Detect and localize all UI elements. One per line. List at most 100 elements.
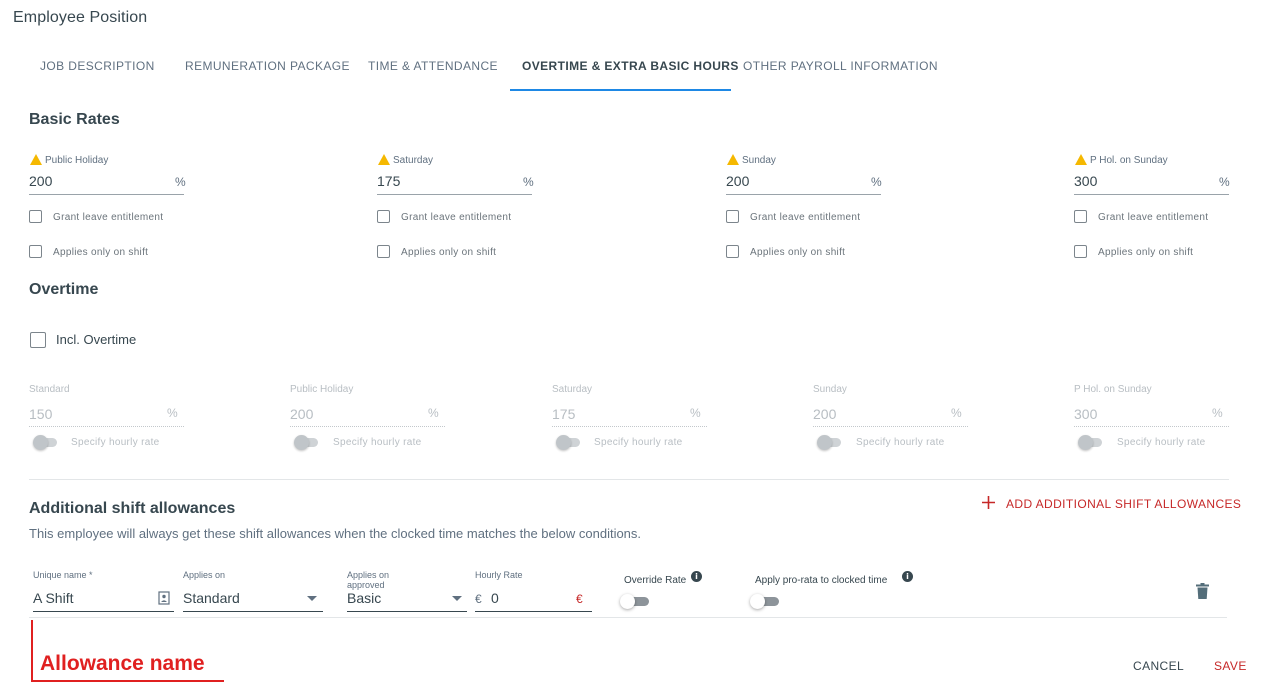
- applies-on-approved-label-1: Applies on: [347, 570, 390, 580]
- basic-rate-input-public-holiday[interactable]: 200: [29, 173, 52, 189]
- toggle-knob: [750, 594, 765, 609]
- tab-other-payroll-information[interactable]: OTHER PAYROLL INFORMATION: [743, 59, 938, 73]
- specify-hourly-rate-label: Specify hourly rate: [71, 437, 160, 448]
- row-divider: [29, 617, 1227, 618]
- tab-overtime-extra-basic-hours[interactable]: OVERTIME & EXTRA BASIC HOURS: [522, 59, 739, 73]
- overtime-label-p-hol-sunday: P Hol. on Sunday: [1074, 384, 1152, 395]
- overtime-input-saturday: 175: [552, 406, 576, 422]
- percent-unit: %: [428, 406, 439, 420]
- pro-rata-label: Apply pro-rata to clocked time: [755, 575, 888, 586]
- info-icon[interactable]: i: [902, 571, 913, 582]
- applies-shift-label: Applies only on shift: [750, 247, 846, 258]
- hourly-rate-input[interactable]: 0: [491, 590, 499, 606]
- input-underline: [290, 426, 445, 427]
- grant-leave-label: Grant leave entitlement: [53, 212, 164, 223]
- grant-leave-label: Grant leave entitlement: [1098, 212, 1209, 223]
- override-rate-label: Override Rate: [624, 575, 687, 586]
- save-button[interactable]: SAVE: [1214, 659, 1247, 673]
- percent-unit: %: [871, 175, 882, 189]
- applies-shift-checkbox[interactable]: [377, 245, 390, 258]
- applies-on-approved-select[interactable]: Basic: [347, 590, 381, 606]
- basic-rate-label-sunday: Sunday: [727, 153, 776, 166]
- input-underline: [1074, 194, 1229, 195]
- toggle-knob: [620, 594, 635, 609]
- overtime-label-sunday: Sunday: [813, 384, 847, 395]
- warning-icon: [30, 154, 42, 165]
- applies-shift-label: Applies only on shift: [1098, 247, 1194, 258]
- applies-shift-checkbox[interactable]: [1074, 245, 1087, 258]
- toggle-knob: [294, 435, 309, 450]
- caret-down-icon[interactable]: [307, 596, 317, 602]
- tab-time-attendance[interactable]: TIME & ATTENDANCE: [368, 59, 498, 73]
- unique-name-input[interactable]: A Shift: [33, 590, 73, 606]
- hourly-rate-label: Hourly Rate: [475, 570, 523, 580]
- currency-prefix: €: [475, 592, 482, 606]
- grant-leave-checkbox[interactable]: [726, 210, 739, 223]
- overtime-input-public-holiday: 200: [290, 406, 314, 422]
- grant-leave-checkbox[interactable]: [29, 210, 42, 223]
- tab-job-description[interactable]: JOB DESCRIPTION: [40, 59, 155, 73]
- input-underline: [29, 194, 184, 195]
- applies-on-select[interactable]: Standard: [183, 590, 240, 606]
- applies-shift-label: Applies only on shift: [401, 247, 497, 258]
- basic-rate-input-sunday[interactable]: 200: [726, 173, 749, 189]
- active-tab-indicator: [510, 89, 731, 91]
- info-icon[interactable]: i: [691, 571, 702, 582]
- grant-leave-checkbox[interactable]: [1074, 210, 1087, 223]
- input-underline: [552, 426, 707, 427]
- basic-rate-label-saturday: Saturday: [378, 153, 433, 166]
- shift-allowances-title: Additional shift allowances: [29, 500, 236, 517]
- applies-shift-label: Applies only on shift: [53, 247, 149, 258]
- basic-rate-input-p-hol-sunday[interactable]: 300: [1074, 173, 1097, 189]
- contact-card-icon[interactable]: [158, 591, 170, 605]
- overtime-input-standard: 150: [29, 406, 53, 422]
- input-underline: [726, 194, 881, 195]
- input-underline: [33, 611, 174, 612]
- basic-rate-input-saturday[interactable]: 175: [377, 173, 400, 189]
- input-underline: [1074, 426, 1229, 427]
- basic-rates-title: Basic Rates: [29, 111, 120, 128]
- applies-on-label: Applies on: [183, 570, 226, 580]
- add-shift-allowance-button[interactable]: ADD ADDITIONAL SHIFT ALLOWANCES: [980, 495, 1241, 513]
- percent-unit: %: [167, 406, 178, 420]
- warning-icon: [1075, 154, 1087, 165]
- overtime-title: Overtime: [29, 281, 99, 298]
- overtime-label-public-holiday: Public Holiday: [290, 384, 354, 395]
- incl-overtime-label: Incl. Overtime: [56, 332, 137, 347]
- applies-shift-checkbox[interactable]: [726, 245, 739, 258]
- toggle-knob: [817, 435, 832, 450]
- percent-unit: %: [690, 406, 701, 420]
- annotation-bracket: [31, 620, 33, 682]
- applies-shift-checkbox[interactable]: [29, 245, 42, 258]
- annotation-label: Allowance name: [40, 652, 205, 675]
- page-title: Employee Position: [13, 9, 148, 26]
- toggle-knob: [1078, 435, 1093, 450]
- input-underline: [29, 426, 184, 427]
- overtime-input-sunday: 200: [813, 406, 837, 422]
- warning-icon: [727, 154, 739, 165]
- input-underline: [813, 426, 968, 427]
- basic-rate-label-public-holiday: Public Holiday: [30, 153, 108, 166]
- overtime-label-saturday: Saturday: [552, 384, 593, 395]
- currency-suffix: €: [576, 592, 583, 606]
- grant-leave-checkbox[interactable]: [377, 210, 390, 223]
- applies-on-approved-label-2: approved: [347, 580, 385, 590]
- warning-icon: [378, 154, 390, 165]
- add-shift-allowance-label: ADD ADDITIONAL SHIFT ALLOWANCES: [1006, 497, 1242, 511]
- caret-down-icon[interactable]: [452, 596, 462, 602]
- input-underline: [475, 611, 592, 612]
- incl-overtime-checkbox[interactable]: [30, 332, 46, 348]
- basic-rate-label-p-hol-sunday: P Hol. on Sunday: [1075, 153, 1168, 166]
- specify-hourly-rate-label: Specify hourly rate: [1117, 437, 1206, 448]
- percent-unit: %: [1219, 175, 1230, 189]
- annotation-underline: [31, 680, 224, 682]
- toggle-knob: [556, 435, 571, 450]
- cancel-button[interactable]: CANCEL: [1133, 659, 1184, 673]
- specify-hourly-rate-label: Specify hourly rate: [856, 437, 945, 448]
- percent-unit: %: [1212, 406, 1223, 420]
- tab-remuneration-package[interactable]: REMUNERATION PACKAGE: [185, 59, 350, 73]
- trash-icon[interactable]: [1196, 583, 1209, 599]
- input-underline: [183, 611, 323, 612]
- toggle-knob: [33, 435, 48, 450]
- grant-leave-label: Grant leave entitlement: [401, 212, 512, 223]
